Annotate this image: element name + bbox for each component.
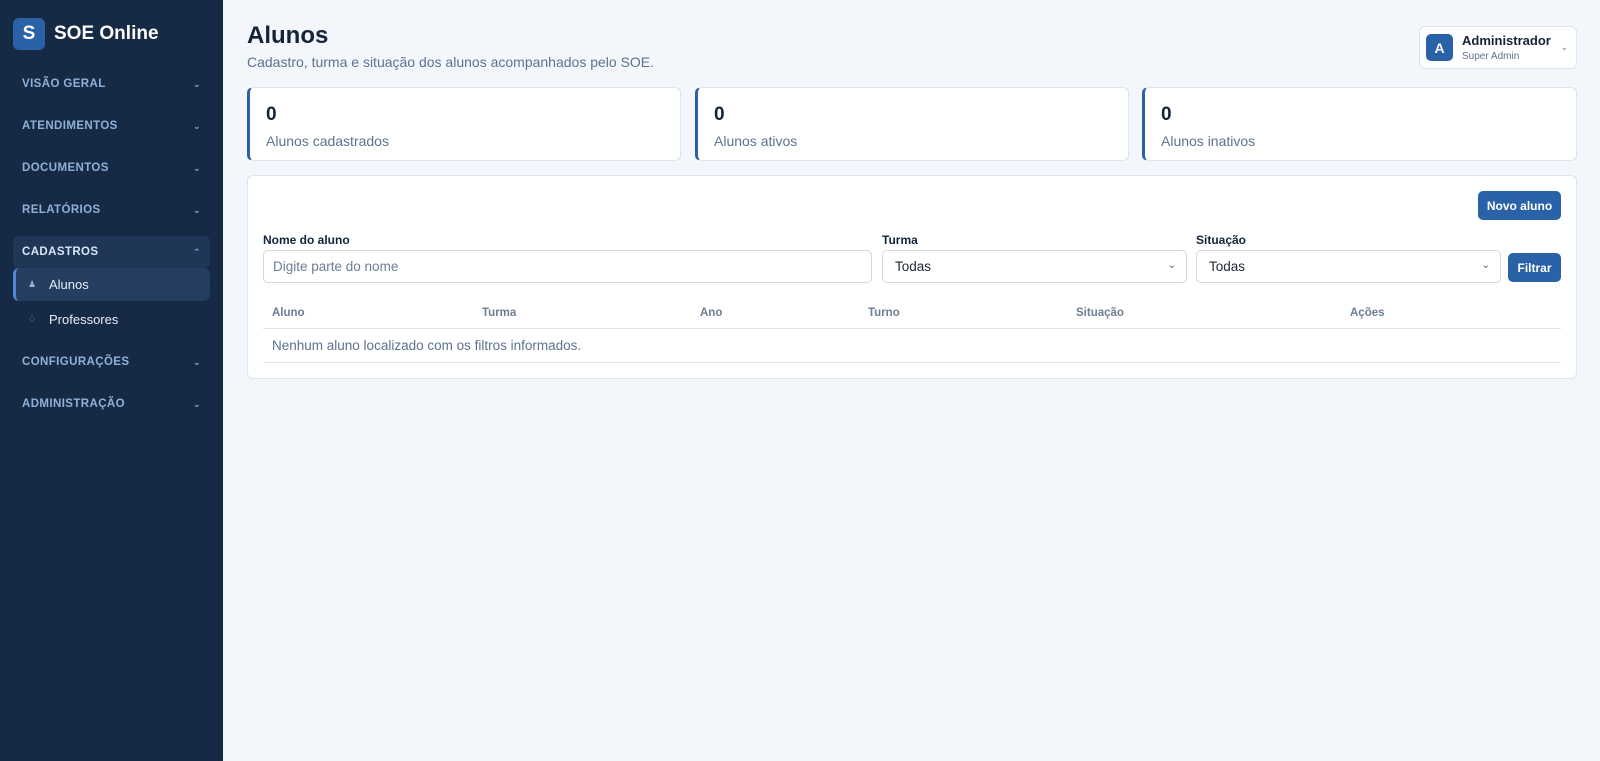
- filter-button[interactable]: Filtrar: [1508, 253, 1561, 282]
- table-header-divider: [263, 328, 1561, 329]
- chevron-down-icon: ⌄: [193, 78, 201, 89]
- nav-section-visao-geral[interactable]: VISÃO GERAL ⌄: [13, 68, 210, 100]
- nav-section-cadastros[interactable]: CADASTROS ⌃: [13, 236, 210, 268]
- nav-section-documentos[interactable]: DOCUMENTOS ⌄: [13, 152, 210, 184]
- chevron-down-icon: ⌄: [1167, 260, 1176, 271]
- user-info: Administrador Super Admin: [1462, 33, 1551, 62]
- sidebar-item-label: Alunos: [49, 277, 89, 292]
- user-role: Super Admin: [1462, 51, 1520, 62]
- sidebar-item-professores[interactable]: ♢ Professores: [13, 303, 210, 336]
- user-name: Administrador: [1462, 33, 1551, 48]
- person-icon: ♟: [27, 279, 37, 289]
- chevron-up-icon: ⌃: [193, 246, 201, 257]
- nav-section-relatorios[interactable]: RELATÓRIOS ⌄: [13, 194, 210, 226]
- stat-value: 0: [266, 104, 277, 125]
- stat-card-inativos: 0 Alunos inativos: [1142, 87, 1577, 161]
- teacher-icon: ♢: [27, 314, 37, 324]
- brand-name: SOE Online: [54, 23, 159, 44]
- class-filter-label: Turma: [882, 233, 918, 247]
- nav-section-label: RELATÓRIOS: [22, 204, 101, 216]
- avatar: A: [1426, 34, 1453, 61]
- nav-section-administracao[interactable]: ADMINISTRAÇÃO ⌄: [13, 388, 210, 420]
- name-filter-input[interactable]: [263, 250, 872, 283]
- chevron-down-icon: ⌄: [193, 120, 201, 131]
- chevron-down-icon: ⌄: [193, 398, 201, 409]
- status-filter-value: Todas: [1209, 259, 1246, 274]
- table-bottom-divider: [263, 362, 1561, 363]
- column-header-ano[interactable]: Ano: [700, 307, 722, 319]
- brand-logo-icon: S: [13, 18, 45, 50]
- nav-section-atendimentos[interactable]: ATENDIMENTOS ⌄: [13, 110, 210, 142]
- chevron-down-icon: ⌄: [193, 356, 201, 367]
- empty-table-message: Nenhum aluno localizado com os filtros i…: [272, 338, 582, 353]
- class-filter-value: Todas: [895, 259, 932, 274]
- sidebar-item-alunos[interactable]: ♟ Alunos: [13, 268, 210, 301]
- sidebar-item-label: Professores: [49, 312, 119, 327]
- chevron-down-icon: ⌄: [1481, 260, 1490, 271]
- column-header-aluno[interactable]: Aluno: [272, 307, 305, 319]
- nav-section-label: ATENDIMENTOS: [22, 120, 118, 132]
- status-filter-select[interactable]: Todas ⌄: [1196, 250, 1501, 283]
- nav-section-label: VISÃO GERAL: [22, 78, 106, 90]
- stat-label: Alunos cadastrados: [266, 133, 389, 149]
- column-header-acoes: Ações: [1350, 307, 1385, 319]
- chevron-down-icon: ⌄: [1560, 42, 1568, 52]
- stat-card-ativos: 0 Alunos ativos: [695, 87, 1129, 161]
- class-filter-select[interactable]: Todas ⌄: [882, 250, 1187, 283]
- new-student-button[interactable]: Novo aluno: [1478, 191, 1561, 220]
- page-title: Alunos: [247, 22, 329, 49]
- stat-card-cadastrados: 0 Alunos cadastrados: [247, 87, 681, 161]
- stat-label: Alunos inativos: [1161, 133, 1256, 149]
- column-header-turno[interactable]: Turno: [868, 307, 900, 319]
- nav-section-label: DOCUMENTOS: [22, 162, 109, 174]
- stat-value: 0: [1161, 104, 1172, 125]
- column-header-situacao[interactable]: Situação: [1076, 307, 1124, 319]
- nav-section-label: CADASTROS: [22, 246, 99, 258]
- stat-label: Alunos ativos: [714, 133, 798, 149]
- chevron-down-icon: ⌄: [193, 162, 201, 173]
- nav-section-configuracoes[interactable]: CONFIGURAÇÕES ⌄: [13, 346, 210, 378]
- page-subtitle: Cadastro, turma e situação dos alunos ac…: [247, 54, 655, 70]
- column-header-turma[interactable]: Turma: [482, 307, 516, 319]
- brand[interactable]: S SOE Online: [13, 18, 159, 50]
- stat-value: 0: [714, 104, 725, 125]
- status-filter-label: Situação: [1196, 233, 1247, 247]
- user-menu[interactable]: A Administrador Super Admin ⌄: [1419, 26, 1577, 69]
- students-panel: Novo aluno Nome do aluno Turma Todas ⌄ S…: [247, 175, 1577, 379]
- nav-section-label: ADMINISTRAÇÃO: [22, 398, 125, 410]
- name-filter-label: Nome do aluno: [263, 233, 350, 247]
- sidebar: S SOE Online VISÃO GERAL ⌄ ATENDIMENTOS …: [0, 0, 223, 761]
- nav-section-label: CONFIGURAÇÕES: [22, 356, 130, 368]
- chevron-down-icon: ⌄: [193, 204, 201, 215]
